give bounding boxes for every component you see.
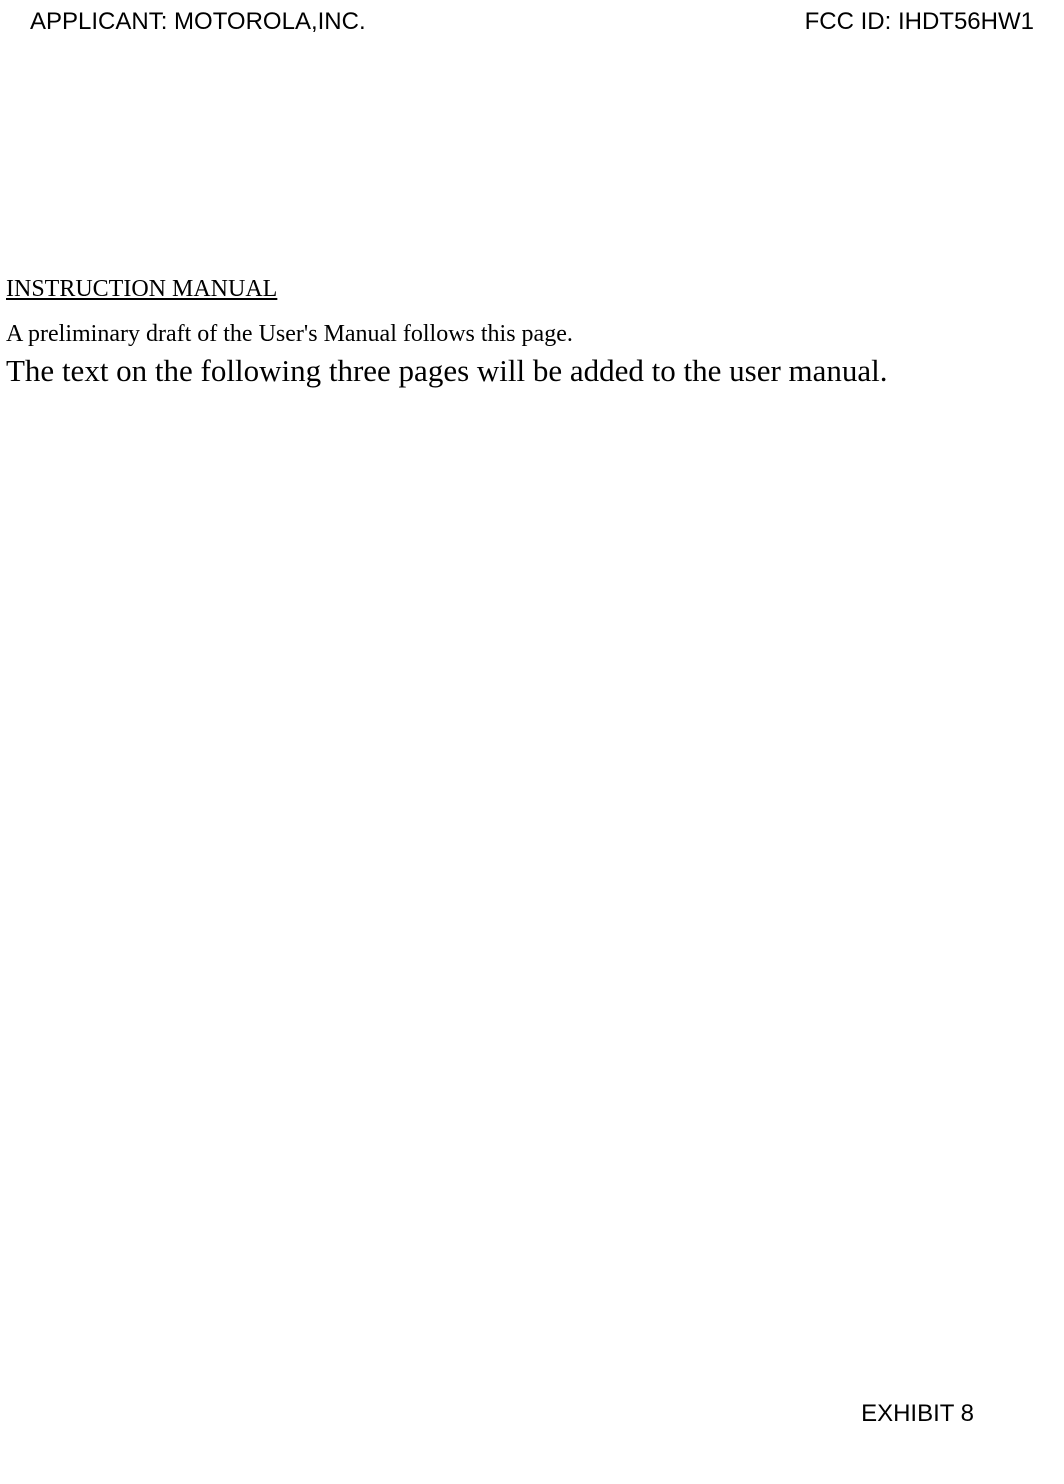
fcc-id-label: FCC ID: IHDT56HW1 <box>805 8 1034 36</box>
applicant-label: APPLICANT: MOTOROLA,INC. <box>30 8 366 36</box>
body-paragraph-2: The text on the following three pages wi… <box>6 352 1058 389</box>
body-paragraph-1: A preliminary draft of the User's Manual… <box>6 321 1058 348</box>
page-header: APPLICANT: MOTOROLA,INC. FCC ID: IHDT56H… <box>0 0 1064 36</box>
page-content: INSTRUCTION MANUAL A preliminary draft o… <box>0 36 1064 389</box>
document-page: APPLICANT: MOTOROLA,INC. FCC ID: IHDT56H… <box>0 0 1064 1484</box>
section-heading: INSTRUCTION MANUAL <box>6 276 1058 303</box>
page-footer: EXHIBIT 8 <box>861 1400 974 1428</box>
